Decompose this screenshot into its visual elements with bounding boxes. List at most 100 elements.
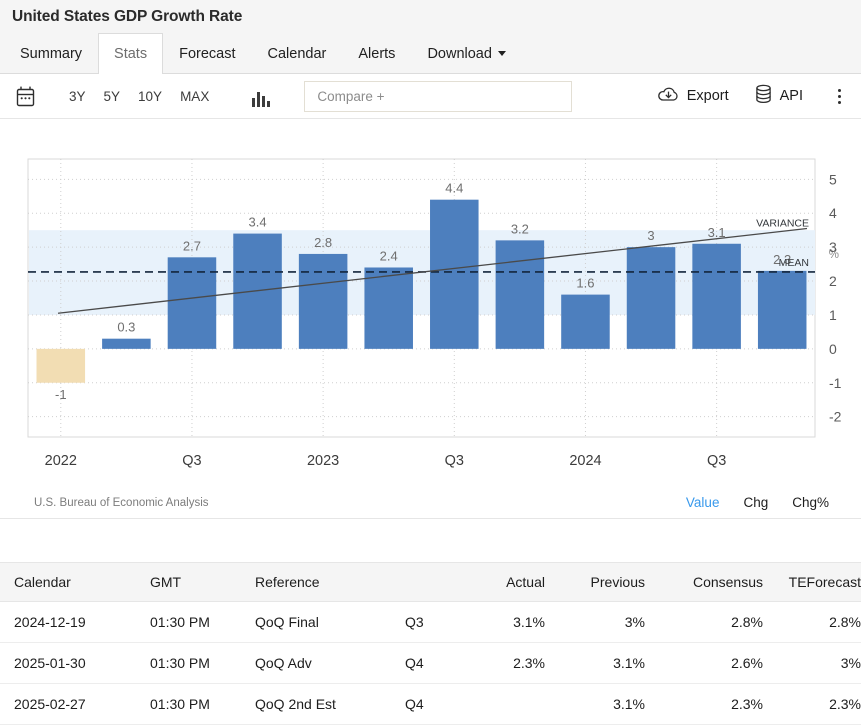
range-max[interactable]: MAX <box>175 86 214 107</box>
chart-bar <box>692 244 741 349</box>
col-reference[interactable]: Reference <box>245 563 395 602</box>
cell-reference-q: Q4 <box>395 643 465 684</box>
cell-previous: 3.1% <box>555 643 655 684</box>
chart-bar <box>496 240 545 348</box>
chart-bar <box>561 295 610 349</box>
range-selector: 3Y 5Y 10Y MAX <box>64 86 214 107</box>
calendar-table-wrap: Calendar GMT Reference Actual Previous C… <box>0 562 861 725</box>
compare-input[interactable] <box>315 88 561 105</box>
svg-text:3.2: 3.2 <box>511 221 529 236</box>
cell-actual: 3.1% <box>465 602 555 643</box>
svg-text:Q3: Q3 <box>445 453 464 469</box>
tab-calendar[interactable]: Calendar <box>252 33 343 73</box>
svg-text:2023: 2023 <box>307 453 339 469</box>
cloud-download-icon <box>658 85 679 108</box>
col-gmt[interactable]: GMT <box>140 563 245 602</box>
svg-text:3: 3 <box>829 239 837 255</box>
svg-text:2.8: 2.8 <box>314 235 332 250</box>
calendar-icon[interactable] <box>12 83 38 109</box>
col-previous[interactable]: Previous <box>555 563 655 602</box>
tab-stats[interactable]: Stats <box>98 33 163 74</box>
cell-gmt: 01:30 PM <box>140 643 245 684</box>
svg-text:1: 1 <box>829 307 837 323</box>
table-row[interactable]: 2025-01-30 01:30 PM QoQ Adv Q4 2.3% 3.1%… <box>0 643 861 684</box>
cell-reference: QoQ Adv <box>245 643 395 684</box>
chart-bar <box>758 271 807 349</box>
cell-calendar: 2025-01-30 <box>0 643 140 684</box>
col-actual[interactable]: Actual <box>465 563 555 602</box>
svg-text:0.3: 0.3 <box>117 320 135 335</box>
cell-teforecast: 3% <box>773 643 861 684</box>
col-consensus[interactable]: Consensus <box>655 563 773 602</box>
col-teforecast[interactable]: TEForecast <box>773 563 861 602</box>
chart-bar <box>37 349 86 383</box>
svg-text:-1: -1 <box>55 387 67 402</box>
svg-text:Q3: Q3 <box>707 453 726 469</box>
chart-bar <box>364 267 413 348</box>
cell-reference: QoQ Final <box>245 602 395 643</box>
metric-value[interactable]: Value <box>686 495 720 510</box>
col-calendar[interactable]: Calendar <box>0 563 140 602</box>
export-button[interactable]: Export <box>658 85 729 108</box>
cell-teforecast: 2.3% <box>773 684 861 725</box>
svg-text:3.4: 3.4 <box>249 215 267 230</box>
table-header-row: Calendar GMT Reference Actual Previous C… <box>0 563 861 602</box>
tab-alerts[interactable]: Alerts <box>342 33 411 73</box>
range-5y[interactable]: 5Y <box>99 86 126 107</box>
svg-text:1.6: 1.6 <box>576 276 594 291</box>
cell-reference: QoQ 2nd Est <box>245 684 395 725</box>
cell-actual: 2.3% <box>465 643 555 684</box>
chart-bar <box>299 254 348 349</box>
bar-chart-icon[interactable] <box>248 85 274 107</box>
calendar-table: Calendar GMT Reference Actual Previous C… <box>0 563 861 725</box>
svg-text:Q3: Q3 <box>182 453 201 469</box>
table-row[interactable]: 2025-02-27 01:30 PM QoQ 2nd Est Q4 3.1% … <box>0 684 861 725</box>
svg-text:4: 4 <box>829 205 837 221</box>
chart-toolbar: 3Y 5Y 10Y MAX Export <box>0 74 861 119</box>
svg-text:4.4: 4.4 <box>445 181 463 196</box>
metric-toggle-group: Value Chg Chg% <box>686 495 829 510</box>
cell-teforecast: 2.8% <box>773 602 861 643</box>
chart-footer: U.S. Bureau of Economic Analysis Value C… <box>0 495 861 510</box>
page-title: United States GDP Growth Rate <box>12 8 242 26</box>
table-row[interactable]: 2024-12-19 01:30 PM QoQ Final Q3 3.1% 3%… <box>0 602 861 643</box>
svg-text:2022: 2022 <box>45 453 77 469</box>
export-label: Export <box>687 88 729 104</box>
svg-text:2: 2 <box>829 273 837 289</box>
cell-gmt: 01:30 PM <box>140 602 245 643</box>
kebab-menu-icon[interactable] <box>831 86 847 106</box>
cell-calendar: 2025-02-27 <box>0 684 140 725</box>
range-10y[interactable]: 10Y <box>133 86 167 107</box>
chevron-down-icon <box>498 51 506 56</box>
svg-text:-1: -1 <box>829 375 842 391</box>
database-icon <box>755 84 772 108</box>
compare-input-wrapper[interactable] <box>304 81 572 112</box>
chart-plot[interactable]: 543210-1-2-10.32.73.42.82.44.43.21.633.1… <box>0 119 861 518</box>
toolbar-right-actions: Export API <box>632 84 849 108</box>
tab-bar: Summary Stats Forecast Calendar Alerts D… <box>0 33 861 74</box>
api-button[interactable]: API <box>755 84 803 108</box>
tab-label: Stats <box>114 46 147 62</box>
chart-bar <box>430 200 479 349</box>
metric-chgpct[interactable]: Chg% <box>792 495 829 510</box>
svg-text:-2: -2 <box>829 409 842 425</box>
svg-text:5: 5 <box>829 171 837 187</box>
cell-previous: 3.1% <box>555 684 655 725</box>
cell-consensus: 2.8% <box>655 602 773 643</box>
tab-label: Download <box>427 46 492 62</box>
metric-chg[interactable]: Chg <box>743 495 768 510</box>
svg-text:MEAN: MEAN <box>779 257 809 269</box>
tab-download[interactable]: Download <box>411 33 522 73</box>
col-reference-q <box>395 563 465 602</box>
svg-text:2.7: 2.7 <box>183 238 201 253</box>
cell-actual <box>465 684 555 725</box>
chart-source: U.S. Bureau of Economic Analysis <box>34 497 209 509</box>
tab-summary[interactable]: Summary <box>4 33 98 73</box>
chart-card: % 543210-1-2-10.32.73.42.82.44.43.21.633… <box>0 119 861 519</box>
tab-forecast[interactable]: Forecast <box>163 33 251 73</box>
chart-bar <box>627 247 676 349</box>
range-3y[interactable]: 3Y <box>64 86 91 107</box>
chart-bar <box>168 257 217 349</box>
cell-reference-q: Q3 <box>395 602 465 643</box>
cell-consensus: 2.6% <box>655 643 773 684</box>
